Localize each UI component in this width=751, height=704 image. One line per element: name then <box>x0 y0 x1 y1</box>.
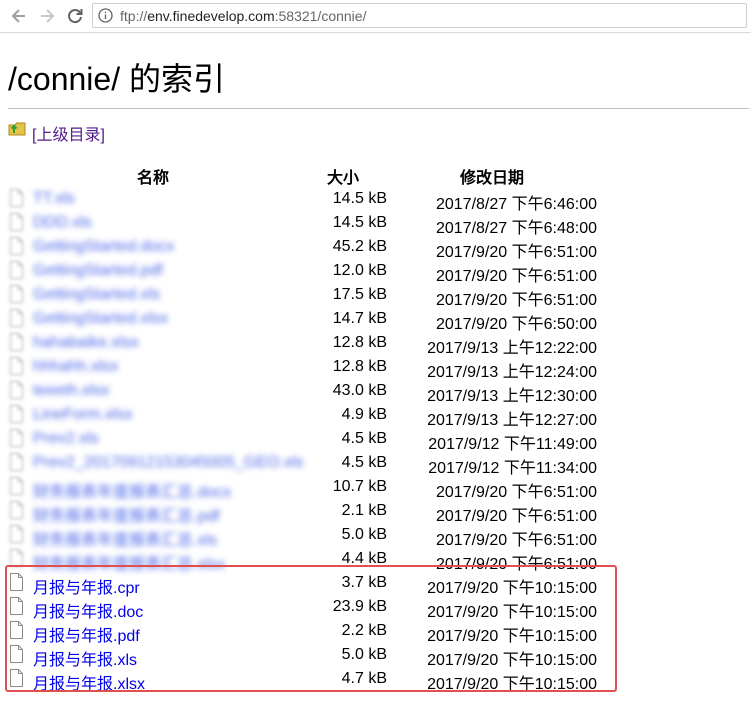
file-row: GettingStarted.xls 17.5 kB 2017/9/20 下午6:5… <box>0 283 751 309</box>
file-row: Prev2.xls 4.5 kB 2017/9/12 下午11:49:00 <box>0 427 751 453</box>
file-icon <box>9 453 24 471</box>
reload-button[interactable] <box>64 5 86 27</box>
file-size: 23.9 kB <box>332 598 387 615</box>
file-size: 12.8 kB <box>332 358 387 375</box>
parent-directory-link[interactable]: [上级目录] <box>32 121 105 145</box>
file-icon <box>9 333 24 351</box>
file-icon <box>9 525 24 543</box>
file-row: 财务报表年度报表汇总.pdf 2.1 kB 2017/9/20 下午6:51:00 <box>0 499 751 525</box>
file-name-link[interactable]: teeeth.xlsx <box>33 382 109 400</box>
file-icon <box>9 261 24 279</box>
file-icon <box>9 405 24 423</box>
file-row: Prev2_20170912153045005_GEO.xls 4.5 kB 201… <box>0 451 751 477</box>
browser-toolbar: ftp://env.finedevelop.com:58321/connie/ <box>0 0 751 33</box>
file-row: hhhahh.xlsx 12.8 kB 2017/9/13 上午12:24:00 <box>0 355 751 381</box>
file-row: 财务报表年度报表汇总.xls 5.0 kB 2017/9/20 下午6:51:00 <box>0 523 751 549</box>
file-size: 12.8 kB <box>332 334 387 351</box>
file-icon <box>9 309 24 327</box>
info-icon[interactable] <box>98 8 113 23</box>
url-scheme: ftp:// <box>120 8 148 24</box>
file-row: TT.xls 14.5 kB 2017/8/27 下午6:46:00 <box>0 187 751 213</box>
file-row: 财务报表年度报表汇总.docx 10.7 kB 2017/9/20 下午6:51:0… <box>0 475 751 501</box>
file-row: GettingStarted.docx 45.2 kB 2017/9/20 下午6:… <box>0 235 751 261</box>
file-row: 月报与年报.doc 23.9 kB 2017/9/20 下午10:15:00 <box>0 595 751 621</box>
file-name-link[interactable]: GettingStarted.xls <box>33 286 160 304</box>
file-name-link[interactable]: Prev2.xls <box>33 430 99 448</box>
file-row: LineForm.xlsx 4.9 kB 2017/9/13 上午12:27:00 <box>0 403 751 429</box>
file-row: teeeth.xlsx 43.0 kB 2017/9/13 上午12:30:00 <box>0 379 751 405</box>
file-row: 月报与年报.xls 5.0 kB 2017/9/20 下午10:15:00 <box>0 643 751 669</box>
file-row: 月报与年报.xlsx 4.7 kB 2017/9/20 下午10:15:00 <box>0 667 751 694</box>
file-name-link[interactable]: GettingStarted.xlsx <box>33 310 168 328</box>
file-size: 5.0 kB <box>341 526 387 543</box>
file-icon <box>9 669 24 687</box>
file-size: 17.5 kB <box>332 286 387 303</box>
url-host: env.finedevelop.com <box>147 8 275 24</box>
file-row: GettingStarted.xlsx 14.7 kB 2017/9/20 下午6:… <box>0 307 751 333</box>
url-text[interactable]: ftp://env.finedevelop.com:58321/connie/ <box>120 8 366 24</box>
file-name-link[interactable]: 月报与年报.xlsx <box>33 670 145 694</box>
file-size: 2.1 kB <box>341 502 387 519</box>
file-size: 4.5 kB <box>341 454 387 471</box>
column-header-modified[interactable]: 修改日期 <box>460 164 524 187</box>
file-name-link[interactable]: hahabaike.xlsx <box>33 334 139 352</box>
file-icon <box>9 237 24 255</box>
file-icon <box>9 501 24 519</box>
file-name-link[interactable]: GettingStarted.pdf <box>33 262 163 280</box>
file-size: 45.2 kB <box>332 238 387 255</box>
file-icon <box>9 477 24 495</box>
forward-button[interactable] <box>36 5 58 27</box>
divider <box>8 108 749 109</box>
up-folder-icon <box>8 119 26 137</box>
file-size: 4.9 kB <box>341 406 387 423</box>
file-icon <box>9 597 24 615</box>
file-row: 月报与年报.cpr 3.7 kB 2017/9/20 下午10:15:00 <box>0 571 751 597</box>
file-icon <box>9 213 24 231</box>
file-row: hahabaike.xlsx 12.8 kB 2017/9/13 上午12:22:0… <box>0 331 751 357</box>
file-size: 5.0 kB <box>341 646 387 663</box>
file-size: 10.7 kB <box>332 478 387 495</box>
file-size: 12.0 kB <box>332 262 387 279</box>
file-name-link[interactable]: DDD.xls <box>33 214 92 232</box>
file-icon <box>9 621 24 639</box>
file-size: 14.5 kB <box>332 190 387 207</box>
page-title: /connie/ 的索引 <box>8 61 225 97</box>
file-name-link[interactable]: hhhahh.xlsx <box>33 358 118 376</box>
file-icon <box>9 357 24 375</box>
file-icon <box>9 429 24 447</box>
file-name-link[interactable]: TT.xls <box>33 190 75 208</box>
file-size: 3.7 kB <box>341 574 387 591</box>
url-path: :58321/connie/ <box>274 8 367 24</box>
file-name-link[interactable]: GettingStarted.docx <box>33 238 174 256</box>
file-size: 4.5 kB <box>341 430 387 447</box>
file-name-link[interactable]: Prev2_20170912153045005_GEO.xls <box>33 454 303 472</box>
file-size: 14.7 kB <box>332 310 387 327</box>
file-row: GettingStarted.pdf 12.0 kB 2017/9/20 下午6:5… <box>0 259 751 285</box>
file-icon <box>9 285 24 303</box>
file-icon <box>9 189 24 207</box>
back-button[interactable] <box>8 5 30 27</box>
file-row: 财务报表年度报表汇总.xlsx 4.4 kB 2017/9/20 下午6:51:00 <box>0 547 751 573</box>
file-icon <box>9 645 24 663</box>
file-icon <box>9 549 24 567</box>
file-icon <box>9 381 24 399</box>
file-modified: 2017/9/20 下午10:15:00 <box>427 676 597 693</box>
file-row: 月报与年报.pdf 2.2 kB 2017/9/20 下午10:15:00 <box>0 619 751 645</box>
file-size: 14.5 kB <box>332 214 387 231</box>
file-size: 4.4 kB <box>341 550 387 567</box>
file-name-link[interactable]: LineForm.xlsx <box>33 406 133 424</box>
file-size: 4.7 kB <box>341 670 387 687</box>
file-size: 2.2 kB <box>341 622 387 639</box>
address-bar[interactable]: ftp://env.finedevelop.com:58321/connie/ <box>92 3 747 28</box>
file-size: 43.0 kB <box>332 382 387 399</box>
file-row: DDD.xls 14.5 kB 2017/8/27 下午6:48:00 <box>0 211 751 237</box>
column-header-name[interactable]: 名称 <box>137 164 169 187</box>
column-header-size[interactable]: 大小 <box>327 164 359 187</box>
file-icon <box>9 573 24 591</box>
